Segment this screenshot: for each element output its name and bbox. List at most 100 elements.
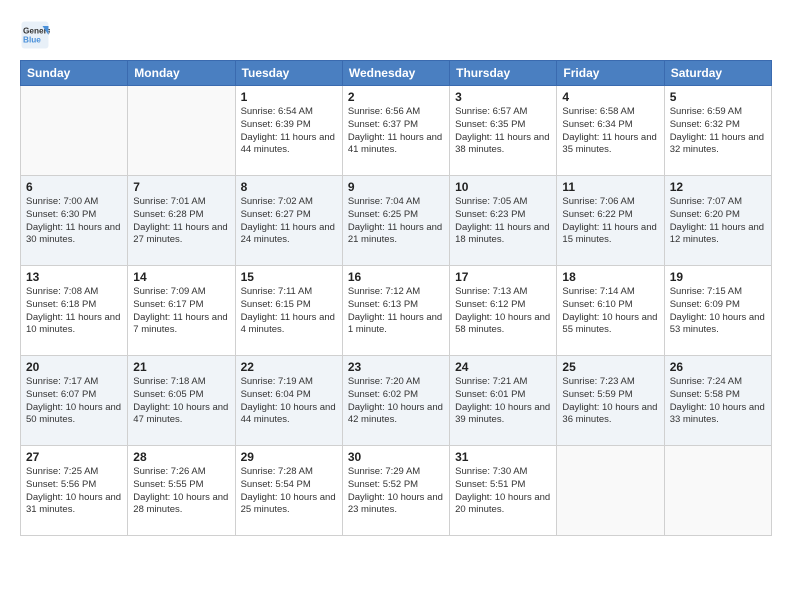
day-number: 8 (241, 180, 337, 194)
day-number: 25 (562, 360, 658, 374)
day-number: 13 (26, 270, 122, 284)
day-info: Sunrise: 6:57 AM Sunset: 6:35 PM Dayligh… (455, 106, 551, 157)
day-info: Sunrise: 6:58 AM Sunset: 6:34 PM Dayligh… (562, 106, 658, 157)
day-number: 18 (562, 270, 658, 284)
day-number: 4 (562, 90, 658, 104)
week-row-2: 6 Sunrise: 7:00 AM Sunset: 6:30 PM Daylig… (21, 176, 772, 266)
day-number: 7 (133, 180, 229, 194)
day-info: Sunrise: 7:15 AM Sunset: 6:09 PM Dayligh… (670, 286, 766, 337)
day-number: 5 (670, 90, 766, 104)
day-number: 6 (26, 180, 122, 194)
day-number: 12 (670, 180, 766, 194)
calendar-cell (128, 86, 235, 176)
calendar-cell: 26 Sunrise: 7:24 AM Sunset: 5:58 PM Dayli… (664, 356, 771, 446)
day-number: 21 (133, 360, 229, 374)
calendar-cell (557, 446, 664, 536)
day-info: Sunrise: 7:30 AM Sunset: 5:51 PM Dayligh… (455, 466, 551, 517)
calendar-cell (21, 86, 128, 176)
weekday-header-saturday: Saturday (664, 61, 771, 86)
day-number: 10 (455, 180, 551, 194)
day-info: Sunrise: 7:02 AM Sunset: 6:27 PM Dayligh… (241, 196, 337, 247)
day-info: Sunrise: 7:29 AM Sunset: 5:52 PM Dayligh… (348, 466, 444, 517)
calendar-cell (664, 446, 771, 536)
day-info: Sunrise: 7:19 AM Sunset: 6:04 PM Dayligh… (241, 376, 337, 427)
day-number: 30 (348, 450, 444, 464)
day-info: Sunrise: 7:24 AM Sunset: 5:58 PM Dayligh… (670, 376, 766, 427)
day-info: Sunrise: 7:12 AM Sunset: 6:13 PM Dayligh… (348, 286, 444, 337)
day-number: 14 (133, 270, 229, 284)
day-info: Sunrise: 7:20 AM Sunset: 6:02 PM Dayligh… (348, 376, 444, 427)
svg-text:Blue: Blue (23, 36, 41, 45)
day-info: Sunrise: 7:13 AM Sunset: 6:12 PM Dayligh… (455, 286, 551, 337)
day-number: 31 (455, 450, 551, 464)
calendar-cell: 29 Sunrise: 7:28 AM Sunset: 5:54 PM Dayli… (235, 446, 342, 536)
day-info: Sunrise: 7:14 AM Sunset: 6:10 PM Dayligh… (562, 286, 658, 337)
calendar-cell: 11 Sunrise: 7:06 AM Sunset: 6:22 PM Dayli… (557, 176, 664, 266)
day-info: Sunrise: 7:04 AM Sunset: 6:25 PM Dayligh… (348, 196, 444, 247)
day-number: 24 (455, 360, 551, 374)
calendar-cell: 30 Sunrise: 7:29 AM Sunset: 5:52 PM Dayli… (342, 446, 449, 536)
day-info: Sunrise: 7:26 AM Sunset: 5:55 PM Dayligh… (133, 466, 229, 517)
day-info: Sunrise: 7:11 AM Sunset: 6:15 PM Dayligh… (241, 286, 337, 337)
calendar-cell: 17Sunrise: 7:13 AM Sunset: 6:12 PM Dayli… (450, 266, 557, 356)
calendar-cell: 28 Sunrise: 7:26 AM Sunset: 5:55 PM Dayli… (128, 446, 235, 536)
calendar-cell: 19 Sunrise: 7:15 AM Sunset: 6:09 PM Dayli… (664, 266, 771, 356)
day-number: 27 (26, 450, 122, 464)
day-info: Sunrise: 7:07 AM Sunset: 6:20 PM Dayligh… (670, 196, 766, 247)
day-info: Sunrise: 6:54 AM Sunset: 6:39 PM Dayligh… (241, 106, 337, 157)
day-info: Sunrise: 7:06 AM Sunset: 6:22 PM Dayligh… (562, 196, 658, 247)
day-info: Sunrise: 7:08 AM Sunset: 6:18 PM Dayligh… (26, 286, 122, 337)
weekday-header-sunday: Sunday (21, 61, 128, 86)
calendar-cell: 14 Sunrise: 7:09 AM Sunset: 6:17 PM Dayli… (128, 266, 235, 356)
day-number: 9 (348, 180, 444, 194)
weekday-header-thursday: Thursday (450, 61, 557, 86)
day-number: 1 (241, 90, 337, 104)
calendar-cell: 13 Sunrise: 7:08 AM Sunset: 6:18 PM Dayli… (21, 266, 128, 356)
day-info: Sunrise: 7:25 AM Sunset: 5:56 PM Dayligh… (26, 466, 122, 517)
calendar-cell: 21 Sunrise: 7:18 AM Sunset: 6:05 PM Dayli… (128, 356, 235, 446)
day-info: Sunrise: 6:59 AM Sunset: 6:32 PM Dayligh… (670, 106, 766, 157)
day-number: 26 (670, 360, 766, 374)
day-info: Sunrise: 7:05 AM Sunset: 6:23 PM Dayligh… (455, 196, 551, 247)
page-header: General Blue (20, 20, 772, 50)
calendar-cell: 4 Sunrise: 6:58 AM Sunset: 6:34 PM Daylig… (557, 86, 664, 176)
calendar-cell: 20Sunrise: 7:17 AM Sunset: 6:07 PM Dayli… (21, 356, 128, 446)
calendar-cell: 15 Sunrise: 7:11 AM Sunset: 6:15 PM Dayli… (235, 266, 342, 356)
day-number: 15 (241, 270, 337, 284)
day-number: 19 (670, 270, 766, 284)
day-number: 28 (133, 450, 229, 464)
calendar-cell: 25 Sunrise: 7:23 AM Sunset: 5:59 PM Dayli… (557, 356, 664, 446)
day-number: 23 (348, 360, 444, 374)
day-info: Sunrise: 7:28 AM Sunset: 5:54 PM Dayligh… (241, 466, 337, 517)
calendar-cell: 5 Sunrise: 6:59 AM Sunset: 6:32 PM Daylig… (664, 86, 771, 176)
calendar-cell: 22 Sunrise: 7:19 AM Sunset: 6:04 PM Dayli… (235, 356, 342, 446)
day-number: 29 (241, 450, 337, 464)
calendar-cell: 3 Sunrise: 6:57 AM Sunset: 6:35 PM Daylig… (450, 86, 557, 176)
calendar-cell: 31 Sunrise: 7:30 AM Sunset: 5:51 PM Dayli… (450, 446, 557, 536)
logo: General Blue (20, 20, 54, 50)
day-info: Sunrise: 7:23 AM Sunset: 5:59 PM Dayligh… (562, 376, 658, 427)
calendar-cell: 1 Sunrise: 6:54 AM Sunset: 6:39 PM Daylig… (235, 86, 342, 176)
calendar-cell: 16 Sunrise: 7:12 AM Sunset: 6:13 PM Dayli… (342, 266, 449, 356)
day-number: 3 (455, 90, 551, 104)
day-info: Sunrise: 7:18 AM Sunset: 6:05 PM Dayligh… (133, 376, 229, 427)
day-info: Sunrise: 7:17 AM Sunset: 6:07 PM Dayligh… (26, 376, 122, 427)
day-number: 11 (562, 180, 658, 194)
calendar-table: SundayMondayTuesdayWednesdayThursdayFrid… (20, 60, 772, 536)
week-row-5: 27 Sunrise: 7:25 AM Sunset: 5:56 PM Dayli… (21, 446, 772, 536)
day-info: Sunrise: 7:01 AM Sunset: 6:28 PM Dayligh… (133, 196, 229, 247)
calendar-body: 1 Sunrise: 6:54 AM Sunset: 6:39 PM Daylig… (21, 86, 772, 536)
day-number: 22 (241, 360, 337, 374)
week-row-1: 1 Sunrise: 6:54 AM Sunset: 6:39 PM Daylig… (21, 86, 772, 176)
day-number: 2 (348, 90, 444, 104)
day-info: Sunrise: 7:09 AM Sunset: 6:17 PM Dayligh… (133, 286, 229, 337)
day-info: Sunrise: 7:00 AM Sunset: 6:30 PM Dayligh… (26, 196, 122, 247)
calendar-cell: 10 Sunrise: 7:05 AM Sunset: 6:23 PM Dayli… (450, 176, 557, 266)
weekday-header-wednesday: Wednesday (342, 61, 449, 86)
day-number: 16 (348, 270, 444, 284)
weekday-header-friday: Friday (557, 61, 664, 86)
calendar-cell: 6 Sunrise: 7:00 AM Sunset: 6:30 PM Daylig… (21, 176, 128, 266)
calendar-cell: 27 Sunrise: 7:25 AM Sunset: 5:56 PM Dayli… (21, 446, 128, 536)
weekday-header-monday: Monday (128, 61, 235, 86)
day-info: Sunrise: 7:21 AM Sunset: 6:01 PM Dayligh… (455, 376, 551, 427)
